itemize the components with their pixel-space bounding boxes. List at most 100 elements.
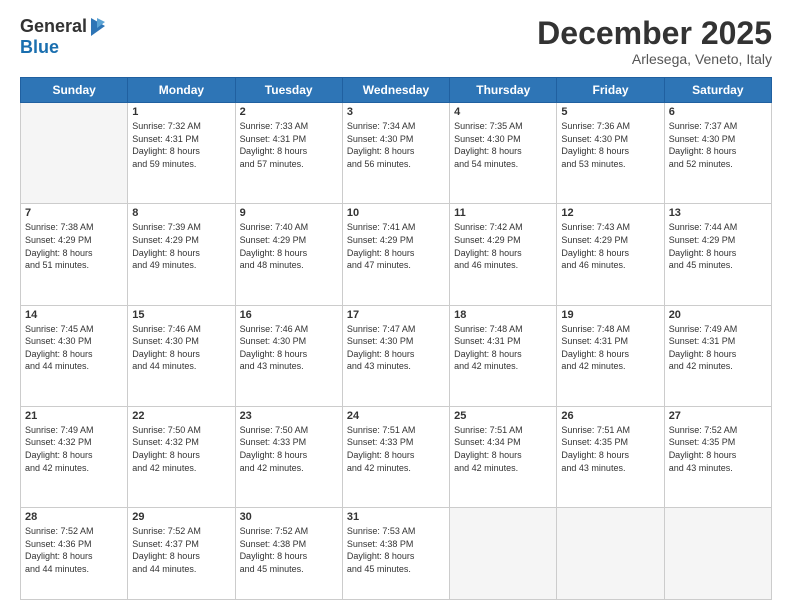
daylight-text-cont: and 46 minutes. — [561, 259, 659, 272]
calendar-cell: 11Sunrise: 7:42 AMSunset: 4:29 PMDayligh… — [450, 204, 557, 305]
sunrise-text: Sunrise: 7:49 AM — [25, 424, 123, 437]
calendar-cell: 31Sunrise: 7:53 AMSunset: 4:38 PMDayligh… — [342, 507, 449, 599]
sunrise-text: Sunrise: 7:38 AM — [25, 221, 123, 234]
daylight-text: Daylight: 8 hours — [454, 247, 552, 260]
logo-blue-text: Blue — [20, 37, 59, 57]
sunrise-text: Sunrise: 7:35 AM — [454, 120, 552, 133]
cell-info: Sunrise: 7:43 AMSunset: 4:29 PMDaylight:… — [561, 221, 659, 271]
cell-info: Sunrise: 7:38 AMSunset: 4:29 PMDaylight:… — [25, 221, 123, 271]
sunset-text: Sunset: 4:37 PM — [132, 538, 230, 551]
sunset-text: Sunset: 4:30 PM — [454, 133, 552, 146]
calendar-cell: 26Sunrise: 7:51 AMSunset: 4:35 PMDayligh… — [557, 406, 664, 507]
daylight-text: Daylight: 8 hours — [454, 449, 552, 462]
sunrise-text: Sunrise: 7:39 AM — [132, 221, 230, 234]
daylight-text: Daylight: 8 hours — [240, 247, 338, 260]
daylight-text: Daylight: 8 hours — [347, 449, 445, 462]
daylight-text: Daylight: 8 hours — [240, 550, 338, 563]
calendar-cell: 23Sunrise: 7:50 AMSunset: 4:33 PMDayligh… — [235, 406, 342, 507]
calendar-cell: 19Sunrise: 7:48 AMSunset: 4:31 PMDayligh… — [557, 305, 664, 406]
cell-info: Sunrise: 7:45 AMSunset: 4:30 PMDaylight:… — [25, 323, 123, 373]
sunrise-text: Sunrise: 7:42 AM — [454, 221, 552, 234]
daylight-text: Daylight: 8 hours — [561, 247, 659, 260]
sunset-text: Sunset: 4:31 PM — [561, 335, 659, 348]
sunset-text: Sunset: 4:38 PM — [347, 538, 445, 551]
cell-info: Sunrise: 7:49 AMSunset: 4:32 PMDaylight:… — [25, 424, 123, 474]
daylight-text-cont: and 42 minutes. — [454, 360, 552, 373]
sunrise-text: Sunrise: 7:48 AM — [454, 323, 552, 336]
cell-info: Sunrise: 7:51 AMSunset: 4:35 PMDaylight:… — [561, 424, 659, 474]
cell-info: Sunrise: 7:51 AMSunset: 4:33 PMDaylight:… — [347, 424, 445, 474]
daylight-text: Daylight: 8 hours — [347, 348, 445, 361]
sunrise-text: Sunrise: 7:52 AM — [132, 525, 230, 538]
sunrise-text: Sunrise: 7:52 AM — [240, 525, 338, 538]
calendar-cell: 28Sunrise: 7:52 AMSunset: 4:36 PMDayligh… — [21, 507, 128, 599]
daylight-text: Daylight: 8 hours — [454, 348, 552, 361]
daylight-text: Daylight: 8 hours — [240, 348, 338, 361]
sunrise-text: Sunrise: 7:43 AM — [561, 221, 659, 234]
calendar-cell: 29 Sunrise: 7:52 AMSunset: 4:37 PMDayligh… — [128, 507, 235, 599]
day-number: 7 — [25, 207, 123, 219]
cell-info: Sunrise: 7:46 AMSunset: 4:30 PMDaylight:… — [240, 323, 338, 373]
daylight-text: Daylight: 8 hours — [132, 247, 230, 260]
sunrise-text: Sunrise: 7:52 AM — [669, 424, 767, 437]
sunset-text: Sunset: 4:29 PM — [669, 234, 767, 247]
daylight-text-cont: and 42 minutes. — [454, 462, 552, 475]
sunset-text: Sunset: 4:38 PM — [240, 538, 338, 551]
sunrise-text: Sunrise: 7:49 AM — [669, 323, 767, 336]
sunset-text: Sunset: 4:30 PM — [669, 133, 767, 146]
cell-info: Sunrise: 7:52 AMSunset: 4:37 PMDaylight:… — [132, 525, 230, 575]
calendar-cell: 13Sunrise: 7:44 AMSunset: 4:29 PMDayligh… — [664, 204, 771, 305]
day-number: 16 — [240, 309, 338, 321]
sunset-text: Sunset: 4:35 PM — [561, 436, 659, 449]
sunrise-text: Sunrise: 7:33 AM — [240, 120, 338, 133]
day-number: 6 — [669, 106, 767, 118]
calendar-cell: 7 Sunrise: 7:38 AMSunset: 4:29 PMDaylight… — [21, 204, 128, 305]
day-number: 29 — [132, 511, 230, 523]
daylight-text: Daylight: 8 hours — [132, 550, 230, 563]
daylight-text: Daylight: 8 hours — [132, 145, 230, 158]
week-row-2: 7Sunrise: 7:38 AMSunset: 4:29 PMDaylight… — [21, 204, 772, 305]
daylight-text: Daylight: 8 hours — [669, 247, 767, 260]
day-number: 2 — [240, 106, 338, 118]
sunrise-text: Sunrise: 7:50 AM — [132, 424, 230, 437]
sunrise-text: Sunrise: 7:51 AM — [561, 424, 659, 437]
day-number: 21 — [25, 410, 123, 422]
daylight-text-cont: and 44 minutes. — [25, 360, 123, 373]
location: Arlesega, Veneto, Italy — [537, 51, 772, 67]
daylight-text-cont: and 45 minutes. — [347, 563, 445, 576]
cell-info: Sunrise: 7:50 AMSunset: 4:33 PMDaylight:… — [240, 424, 338, 474]
calendar-cell: 9Sunrise: 7:40 AMSunset: 4:29 PMDaylight… — [235, 204, 342, 305]
daylight-text-cont: and 47 minutes. — [347, 259, 445, 272]
daylight-text: Daylight: 8 hours — [454, 145, 552, 158]
daylight-text-cont: and 43 minutes. — [669, 462, 767, 475]
sunrise-text: Sunrise: 7:40 AM — [240, 221, 338, 234]
day-number: 25 — [454, 410, 552, 422]
day-number: 20 — [669, 309, 767, 321]
calendar-cell: 21 Sunrise: 7:49 AMSunset: 4:32 PMDayligh… — [21, 406, 128, 507]
daylight-text-cont: and 42 minutes. — [347, 462, 445, 475]
sunset-text: Sunset: 4:29 PM — [25, 234, 123, 247]
sunset-text: Sunset: 4:30 PM — [25, 335, 123, 348]
page: General Blue December 2025 Arlesega, Ven… — [0, 0, 792, 612]
calendar-cell: 10Sunrise: 7:41 AMSunset: 4:29 PMDayligh… — [342, 204, 449, 305]
daylight-text: Daylight: 8 hours — [25, 550, 123, 563]
daylight-text-cont: and 56 minutes. — [347, 158, 445, 171]
daylight-text: Daylight: 8 hours — [347, 247, 445, 260]
col-header-tuesday: Tuesday — [235, 78, 342, 103]
col-header-monday: Monday — [128, 78, 235, 103]
sunset-text: Sunset: 4:29 PM — [132, 234, 230, 247]
sunset-text: Sunset: 4:30 PM — [347, 335, 445, 348]
sunrise-text: Sunrise: 7:36 AM — [561, 120, 659, 133]
daylight-text-cont: and 44 minutes. — [132, 563, 230, 576]
daylight-text-cont: and 57 minutes. — [240, 158, 338, 171]
col-header-thursday: Thursday — [450, 78, 557, 103]
cell-info: Sunrise: 7:36 AMSunset: 4:30 PMDaylight:… — [561, 120, 659, 170]
sunset-text: Sunset: 4:36 PM — [25, 538, 123, 551]
daylight-text-cont: and 42 minutes. — [25, 462, 123, 475]
cell-info: Sunrise: 7:47 AMSunset: 4:30 PMDaylight:… — [347, 323, 445, 373]
calendar-cell: 30Sunrise: 7:52 AMSunset: 4:38 PMDayligh… — [235, 507, 342, 599]
calendar-cell: 17Sunrise: 7:47 AMSunset: 4:30 PMDayligh… — [342, 305, 449, 406]
col-header-friday: Friday — [557, 78, 664, 103]
calendar-cell — [557, 507, 664, 599]
cell-info: Sunrise: 7:50 AMSunset: 4:32 PMDaylight:… — [132, 424, 230, 474]
